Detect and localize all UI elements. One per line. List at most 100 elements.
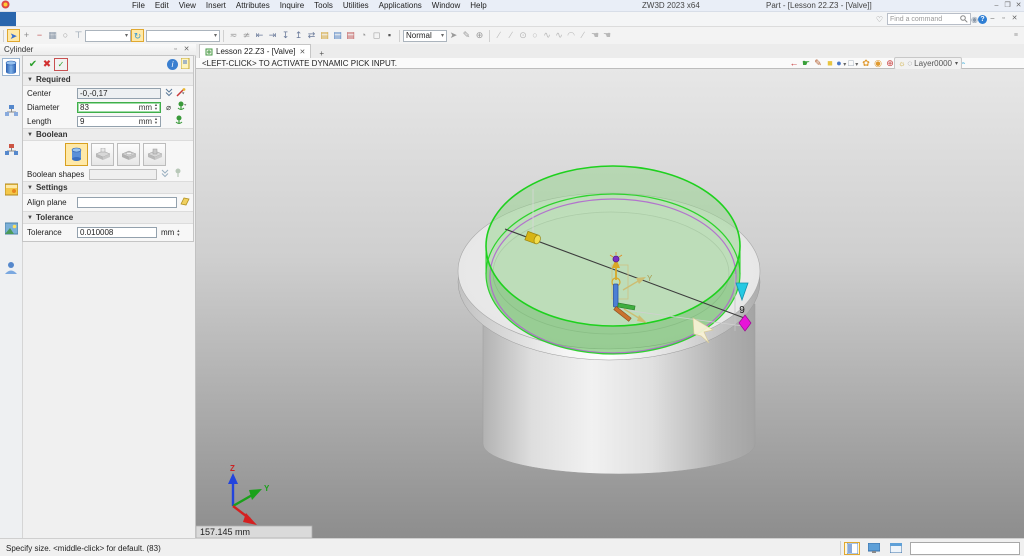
phi-icon[interactable]: ⌀ (163, 103, 174, 112)
boolean-shapes-input[interactable] (89, 169, 157, 180)
apply-button[interactable]: ✓ (54, 58, 68, 71)
toolbar-icon[interactable]: ▤ (331, 29, 344, 42)
tolerance-spinner[interactable]: ▲▼ (176, 229, 180, 237)
ribbon-tab[interactable] (16, 12, 32, 26)
double-chevron-icon[interactable] (159, 169, 170, 180)
new-tab-button[interactable]: + (319, 49, 324, 58)
ribbon-tab[interactable] (96, 12, 112, 26)
toolbar-icon[interactable]: ↧ (279, 29, 292, 42)
view-toolbar-icon[interactable]: ☛▾ (800, 57, 812, 70)
ok-button[interactable]: ✔ (26, 58, 40, 71)
menu-item[interactable]: Help (465, 0, 491, 11)
toolbar-icon[interactable]: ⇥ (266, 29, 279, 42)
show-ui-panel-icon[interactable] (844, 542, 860, 555)
menu-item[interactable]: View (174, 0, 201, 11)
visual-manager-icon[interactable] (2, 101, 20, 119)
section-required[interactable]: ▼Required (23, 73, 193, 86)
toolbar-icon[interactable]: ⊕ (473, 29, 486, 42)
toolbar-icon[interactable]: ▤ (318, 29, 331, 42)
toolbar-icon[interactable]: ▦▾ (46, 29, 59, 42)
plane-icon[interactable] (179, 197, 190, 208)
render-image-icon[interactable] (2, 219, 20, 237)
panel-close-button[interactable]: ✕ (181, 45, 192, 55)
toolbar-icon[interactable]: ≄ (240, 29, 253, 42)
onscreen-input-icon[interactable] (176, 101, 187, 113)
find-command-box[interactable]: Find a command (887, 13, 971, 25)
ribbon-tab[interactable] (48, 12, 64, 26)
ribbon-tab[interactable] (256, 12, 272, 26)
output-window-icon[interactable] (888, 542, 904, 555)
doc-close-button[interactable]: ✕ (1009, 14, 1020, 24)
ribbon-tab[interactable] (288, 12, 304, 26)
length-input[interactable]: 9 mm ▲▼ (77, 116, 161, 127)
double-chevron-icon[interactable] (163, 88, 174, 99)
ribbon-tab[interactable] (176, 12, 192, 26)
view-toolbar-icon[interactable]: ✎▾ (812, 57, 824, 70)
toolbar-icon[interactable]: ▤ (344, 29, 357, 42)
view-toolbar-icon[interactable]: ●▾ (836, 57, 848, 70)
ribbon-tab[interactable] (160, 12, 176, 26)
ribbon-tab[interactable] (112, 12, 128, 26)
origin-point[interactable] (613, 256, 619, 262)
toolbar-icon[interactable]: ◔ (357, 29, 370, 42)
pin-icon[interactable]: ♡ (876, 15, 883, 24)
center-input[interactable]: -0,-0,17 (77, 88, 161, 99)
toolbar-icon[interactable]: ➤ (447, 29, 460, 42)
menu-item[interactable]: Insert (201, 0, 231, 11)
document-tab[interactable]: Lesson 22.Z3 - [Valve] ✕ (199, 44, 311, 58)
toolbar-icon[interactable]: ✎ (460, 29, 473, 42)
ribbon-tab[interactable] (128, 12, 144, 26)
ribbon-tab[interactable] (272, 12, 288, 26)
ribbon-tab[interactable] (192, 12, 208, 26)
ribbon-tab[interactable] (64, 12, 80, 26)
boolean-remove-button[interactable] (117, 143, 140, 166)
toolbar-icon[interactable]: ⇄ (305, 29, 318, 42)
toolbar-overflow-icon[interactable]: ≡ (1014, 32, 1018, 39)
align-plane-input[interactable] (77, 197, 177, 208)
view-toolbar-icon[interactable]: ◉▾ (872, 57, 884, 70)
selection-filter-combo[interactable]: ▾ (85, 30, 131, 42)
ribbon-tab[interactable] (80, 12, 96, 26)
status-input[interactable] (910, 542, 1020, 555)
point-pick-icon[interactable] (176, 88, 187, 99)
tab-close-icon[interactable]: ✕ (299, 48, 305, 56)
cylinder-dialog-icon[interactable] (2, 58, 20, 76)
style-combo[interactable]: Normal▾ (403, 30, 447, 42)
menu-item[interactable]: Attributes (231, 0, 275, 11)
section-boolean[interactable]: ▼Boolean (23, 128, 193, 141)
boolean-intersect-button[interactable] (143, 143, 166, 166)
menu-item[interactable]: Applications (374, 0, 427, 11)
menu-item[interactable]: Utilities (338, 0, 374, 11)
toolbar-icon[interactable]: ↥ (292, 29, 305, 42)
ribbon-tab[interactable] (224, 12, 240, 26)
viewport-canvas[interactable]: 9 Y Z (196, 69, 1024, 538)
toolbar-icon[interactable]: ≂ (227, 29, 240, 42)
toolbar-icon[interactable]: +▾ (20, 29, 33, 42)
diameter-spinner[interactable]: ▲▼ (154, 103, 158, 111)
app-logo-icon[interactable] (0, 0, 11, 12)
roller-icon[interactable]: ◉ (971, 15, 978, 24)
menu-item[interactable]: Inquire (275, 0, 309, 11)
toolbar-icon[interactable]: −▾ (33, 29, 46, 42)
close-button[interactable]: ✕ (1013, 1, 1024, 11)
history-manager-icon[interactable] (2, 140, 20, 158)
doc-minimize-button[interactable]: – (987, 14, 998, 24)
monitor-icon[interactable] (866, 542, 882, 555)
ribbon-tab[interactable] (144, 12, 160, 26)
ribbon-tab[interactable] (0, 12, 16, 26)
input-combo[interactable]: ▾ (146, 30, 220, 42)
ribbon-tab[interactable] (208, 12, 224, 26)
ribbon-tab[interactable] (240, 12, 256, 26)
section-tolerance[interactable]: ▼Tolerance (23, 211, 193, 224)
diameter-input[interactable]: 83 mm ▲▼ (77, 102, 161, 113)
notes-icon[interactable] (181, 58, 190, 71)
toolbar-icon[interactable]: ▪ (383, 29, 396, 42)
view-toolbar-icon[interactable]: ■▾ (824, 57, 836, 70)
auto-regen-icon[interactable]: ↻ (131, 29, 144, 42)
minimize-button[interactable]: – (991, 1, 1002, 11)
restore-button[interactable]: ❒ (1002, 1, 1013, 11)
view-toolbar-icon[interactable]: ✿▾ (860, 57, 872, 70)
tolerance-input[interactable]: 0.010008 (77, 227, 157, 238)
menu-item[interactable]: Edit (150, 0, 174, 11)
view-toolbar-icon[interactable]: □▾ (848, 57, 860, 70)
